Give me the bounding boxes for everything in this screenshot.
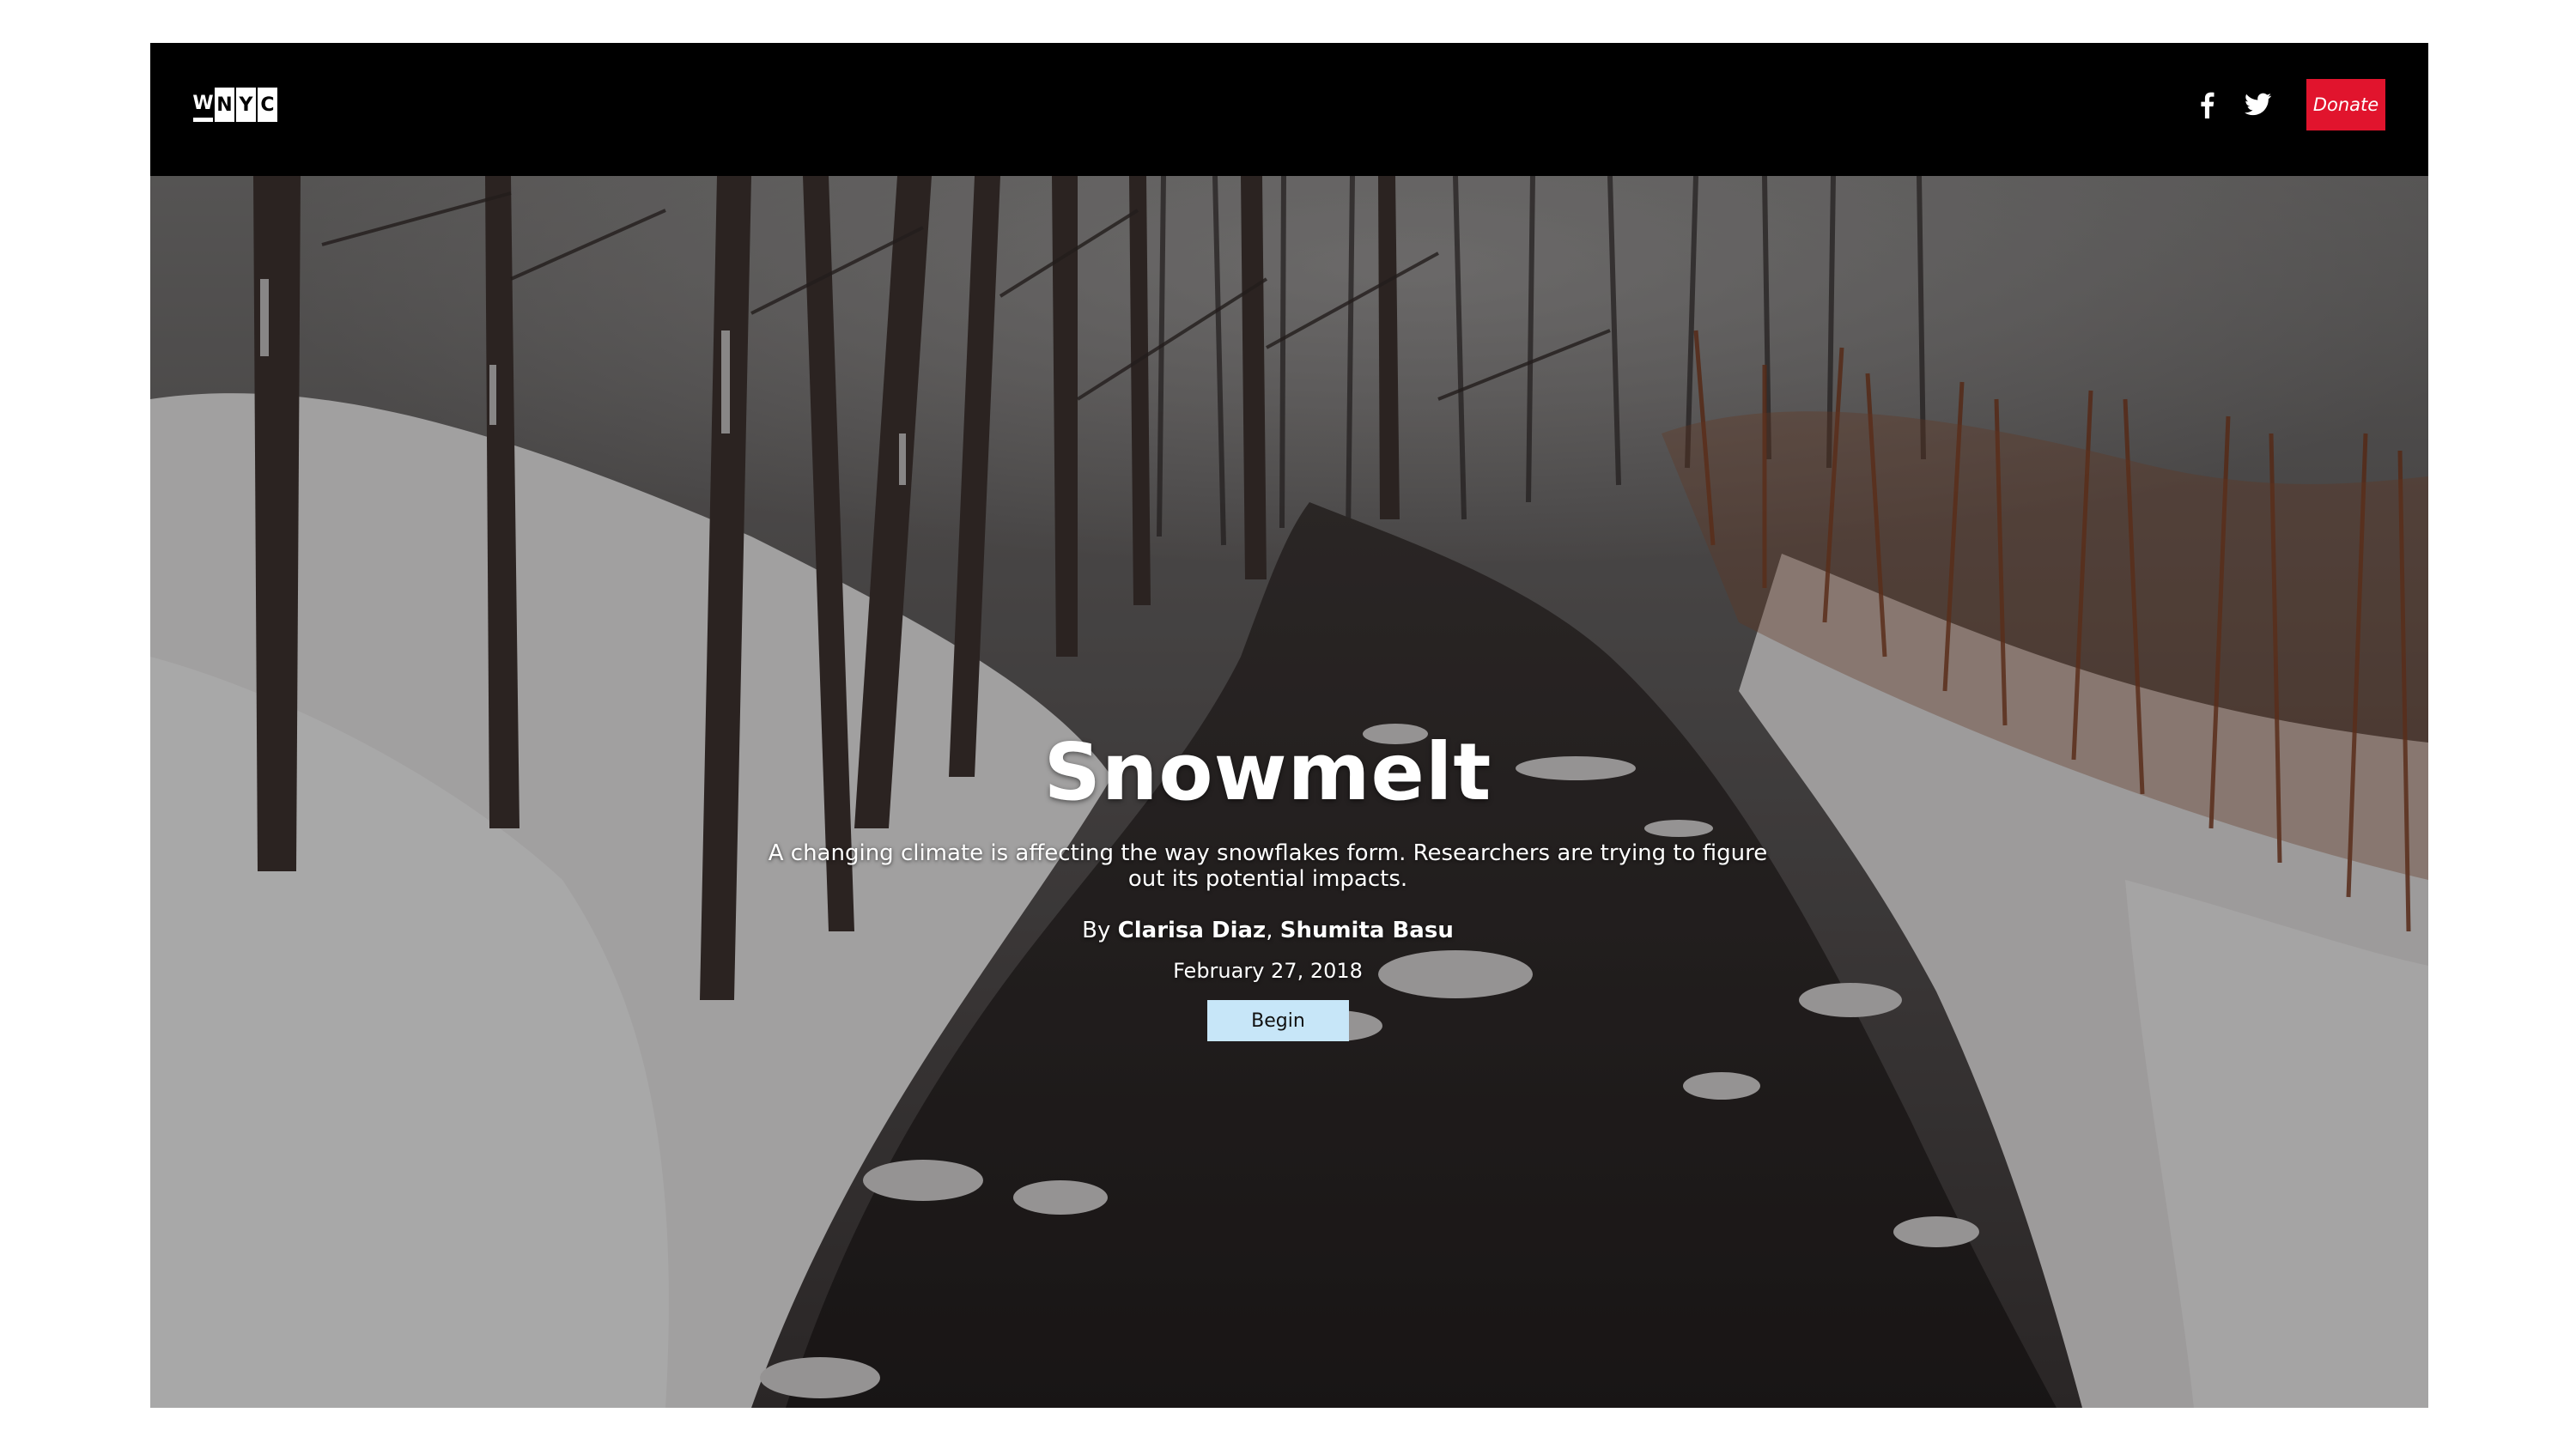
author-link[interactable]: Clarisa Diaz bbox=[1118, 918, 1267, 943]
social-links: Donate bbox=[2193, 79, 2385, 130]
page-frame: W N Y C Donate Snowmelt A changing clima… bbox=[150, 43, 2428, 1408]
begin-button[interactable]: Begin bbox=[1207, 1000, 1349, 1041]
page-title: Snowmelt bbox=[1043, 726, 1492, 818]
twitter-icon[interactable] bbox=[2245, 91, 2272, 118]
logo-letter: W bbox=[192, 88, 214, 122]
facebook-icon[interactable] bbox=[2193, 91, 2221, 118]
site-header: W N Y C Donate bbox=[150, 43, 2428, 176]
author-separator: , bbox=[1266, 918, 1280, 943]
wnyc-logo[interactable]: W N Y C bbox=[192, 88, 277, 122]
byline: By Clarisa Diaz, Shumita Basu bbox=[150, 918, 2407, 943]
subtitle: A changing climate is affecting the way … bbox=[768, 840, 1768, 892]
byline-prefix: By bbox=[1082, 918, 1118, 943]
publish-date: February 27, 2018 bbox=[1173, 959, 1363, 983]
author-link[interactable]: Shumita Basu bbox=[1280, 918, 1454, 943]
logo-letter: N bbox=[215, 88, 234, 122]
logo-letter: Y bbox=[236, 88, 256, 122]
hero-section: Snowmelt A changing climate is affecting… bbox=[150, 176, 2428, 1408]
donate-button[interactable]: Donate bbox=[2306, 79, 2385, 130]
hero-content: Snowmelt A changing climate is affecting… bbox=[150, 725, 2428, 1041]
logo-letter: C bbox=[258, 88, 277, 122]
